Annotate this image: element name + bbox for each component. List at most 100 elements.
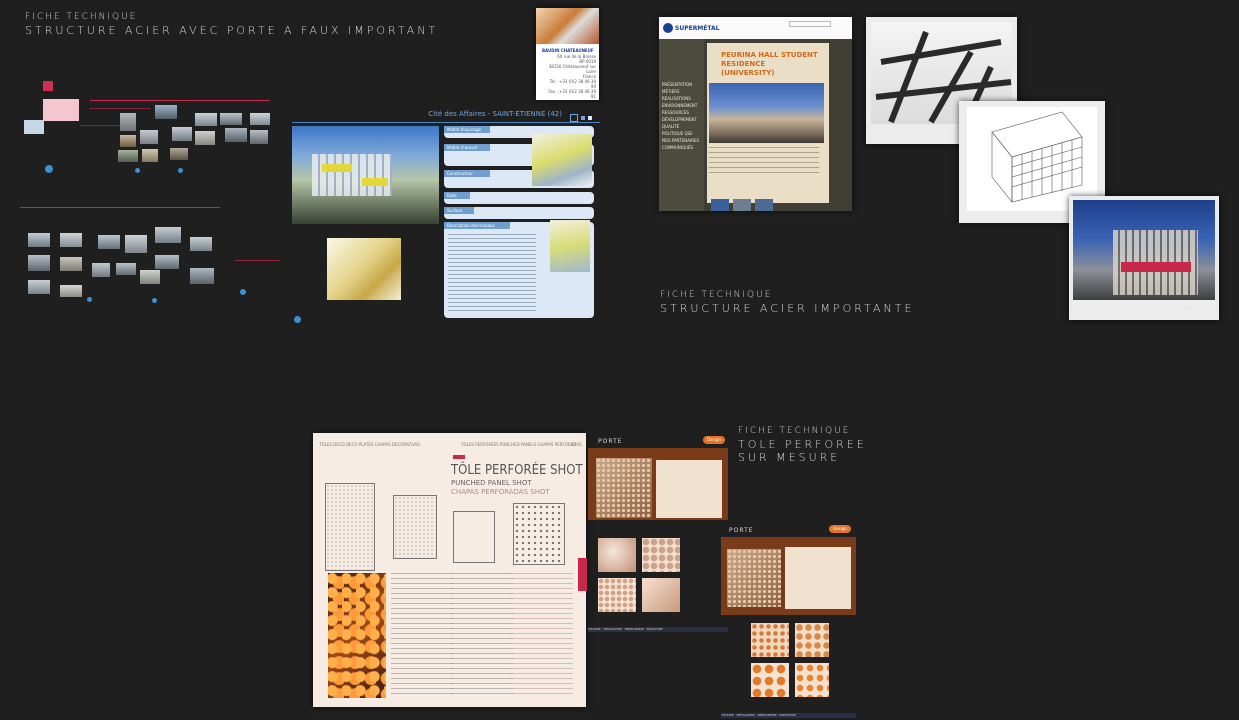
sheet-footer: TÔLERIE · MÉTALLERIE · SERRURERIE · INDU… bbox=[721, 713, 856, 718]
photo-thumbnail[interactable] bbox=[60, 285, 82, 297]
map-node[interactable] bbox=[152, 298, 157, 303]
sheet-header: Cité des Affaires - SAINT-ETIENNE (42) bbox=[428, 110, 562, 118]
photo-thumbnail[interactable] bbox=[250, 113, 270, 125]
search-input[interactable] bbox=[789, 21, 831, 27]
map-link bbox=[90, 100, 270, 101]
photo-thumbnail[interactable] bbox=[60, 233, 82, 247]
page-marker bbox=[581, 116, 585, 120]
photo-thumbnail[interactable] bbox=[250, 130, 268, 144]
pattern-sample[interactable] bbox=[598, 578, 636, 612]
photo-thumbnail[interactable] bbox=[155, 227, 181, 243]
pattern-sample[interactable] bbox=[751, 623, 789, 657]
design-badge[interactable]: Design bbox=[703, 436, 725, 444]
pattern-sample[interactable] bbox=[598, 538, 636, 572]
perforated-detail-photo[interactable] bbox=[327, 238, 401, 300]
menu-item[interactable]: ENVIRONNEMENT bbox=[662, 102, 699, 109]
photo-thumbnail[interactable] bbox=[172, 127, 192, 141]
gallery-thumbnail[interactable] bbox=[711, 199, 729, 211]
title-kicker: Fiche technique bbox=[738, 426, 851, 436]
pattern-sample[interactable] bbox=[751, 663, 789, 697]
porte-hero bbox=[588, 448, 728, 520]
mind-map-cluster[interactable] bbox=[20, 75, 285, 315]
photo-thumbnail[interactable] bbox=[155, 105, 177, 119]
pattern-sample[interactable] bbox=[795, 663, 829, 697]
menu-item[interactable]: NOS PARTENAIRES bbox=[662, 137, 699, 144]
supermetal-website[interactable]: SUPERMÉTAL PRÉSENTATION MÉTIERS RÉALISAT… bbox=[659, 17, 852, 211]
section-label: Description des travaux bbox=[444, 222, 510, 229]
photo-thumbnail[interactable] bbox=[120, 135, 136, 147]
menu-item[interactable]: RÉALISATIONS bbox=[662, 95, 699, 102]
porte-info-box bbox=[785, 547, 851, 609]
menu-item[interactable]: POLITIQUE QSE bbox=[662, 130, 699, 137]
map-node[interactable] bbox=[240, 289, 246, 295]
menu-item[interactable]: QUALITÉ bbox=[662, 123, 699, 130]
map-node[interactable] bbox=[294, 316, 301, 323]
catalog-header-right: TÔLES PERFORÉES PUNCHED PANELS CHAPAS PE… bbox=[461, 442, 582, 447]
map-node[interactable] bbox=[87, 297, 92, 302]
map-node[interactable] bbox=[178, 168, 183, 173]
map-thumbnail[interactable] bbox=[24, 120, 44, 134]
map-node[interactable] bbox=[45, 165, 53, 173]
porte-sheet-2[interactable]: PORTE Design TÔLERIE · MÉTALLERIE · SERR… bbox=[721, 525, 856, 720]
steel-construction-card[interactable]: ⋯ bbox=[1069, 196, 1219, 320]
gallery-thumbnail[interactable] bbox=[733, 199, 751, 211]
design-badge[interactable]: Design bbox=[829, 525, 851, 533]
photo-thumbnail[interactable] bbox=[195, 131, 215, 145]
menu-item[interactable]: PRÉSENTATION bbox=[662, 81, 699, 88]
project-photo[interactable] bbox=[709, 83, 824, 143]
map-node[interactable] bbox=[135, 168, 140, 173]
photo-thumbnail[interactable] bbox=[118, 150, 138, 162]
photo-thumbnail[interactable] bbox=[125, 235, 147, 253]
photo-thumbnail[interactable] bbox=[28, 233, 50, 247]
photo-thumbnail[interactable] bbox=[28, 280, 50, 294]
tole-catalog-page[interactable]: TÔLES DECO DECO PLATES CHAPAS DECORATIVA… bbox=[313, 433, 586, 707]
spec-column-en bbox=[451, 573, 513, 698]
photo-thumbnail[interactable] bbox=[170, 148, 188, 160]
photo-thumbnail[interactable] bbox=[98, 235, 120, 249]
facade-photo[interactable] bbox=[532, 134, 592, 186]
porte-hero bbox=[721, 537, 856, 615]
photo-thumbnail[interactable] bbox=[195, 113, 217, 126]
map-root-node[interactable] bbox=[43, 81, 53, 91]
sidebar-menu: PRÉSENTATION MÉTIERS RÉALISATIONS ENVIRO… bbox=[662, 81, 699, 151]
map-link bbox=[20, 207, 220, 208]
title-sub: sur mesure bbox=[738, 451, 841, 464]
menu-item[interactable]: MÉTIERS bbox=[662, 88, 699, 95]
photo-thumbnail[interactable] bbox=[190, 268, 214, 284]
cite-affaires-sheet[interactable]: Cité des Affaires - SAINT-ETIENNE (42) M… bbox=[292, 110, 600, 328]
photo-thumbnail[interactable] bbox=[92, 263, 110, 277]
pattern-sample[interactable] bbox=[642, 538, 680, 572]
photo-thumbnail[interactable] bbox=[28, 255, 50, 271]
photo-thumbnail[interactable] bbox=[140, 130, 158, 144]
brand-logo[interactable]: SUPERMÉTAL bbox=[663, 21, 719, 35]
gallery-thumbnail[interactable] bbox=[755, 199, 773, 211]
construction-photo bbox=[1073, 200, 1215, 300]
building-photo[interactable] bbox=[292, 126, 439, 224]
photo-thumbnail[interactable] bbox=[120, 113, 136, 131]
title-kicker: Fiche technique bbox=[25, 12, 138, 22]
menu-item[interactable]: RESSOURCES bbox=[662, 109, 699, 116]
title-main: Structure acier importante bbox=[660, 302, 915, 315]
photo-thumbnail[interactable] bbox=[155, 255, 179, 269]
photo-thumbnail[interactable] bbox=[220, 113, 242, 125]
menu-item[interactable]: COMMUNIQUÉS bbox=[662, 144, 699, 151]
business-card[interactable]: BAUDIN CHATEAUNEUF 60 rue de la Brosse B… bbox=[536, 8, 599, 100]
pattern-sample[interactable] bbox=[642, 578, 680, 612]
brand-name: SUPERMÉTAL bbox=[675, 25, 720, 32]
photo-thumbnail[interactable] bbox=[60, 257, 82, 271]
menu-item[interactable]: DÉVELOPPEMENT bbox=[662, 116, 699, 123]
page-marker bbox=[570, 114, 578, 122]
photo-thumbnail[interactable] bbox=[190, 237, 212, 251]
photo-thumbnail[interactable] bbox=[140, 270, 160, 284]
pattern-sample[interactable] bbox=[795, 623, 829, 657]
photo-thumbnail[interactable] bbox=[225, 128, 247, 142]
card-caption-link[interactable]: ⋯ bbox=[1187, 306, 1191, 311]
spec-column-fr bbox=[391, 573, 453, 698]
panel-drawing bbox=[513, 503, 565, 565]
card-address: 60 rue de la Brosse BP 0019 38150 Châtea… bbox=[548, 54, 596, 99]
photo-thumbnail[interactable] bbox=[116, 263, 136, 275]
facade-photo[interactable] bbox=[550, 220, 590, 272]
porte-sheet-1[interactable]: PORTE Design TÔLERIE · MÉTALLERIE · SERR… bbox=[588, 434, 728, 634]
map-note[interactable] bbox=[43, 99, 79, 121]
photo-thumbnail[interactable] bbox=[142, 149, 158, 162]
